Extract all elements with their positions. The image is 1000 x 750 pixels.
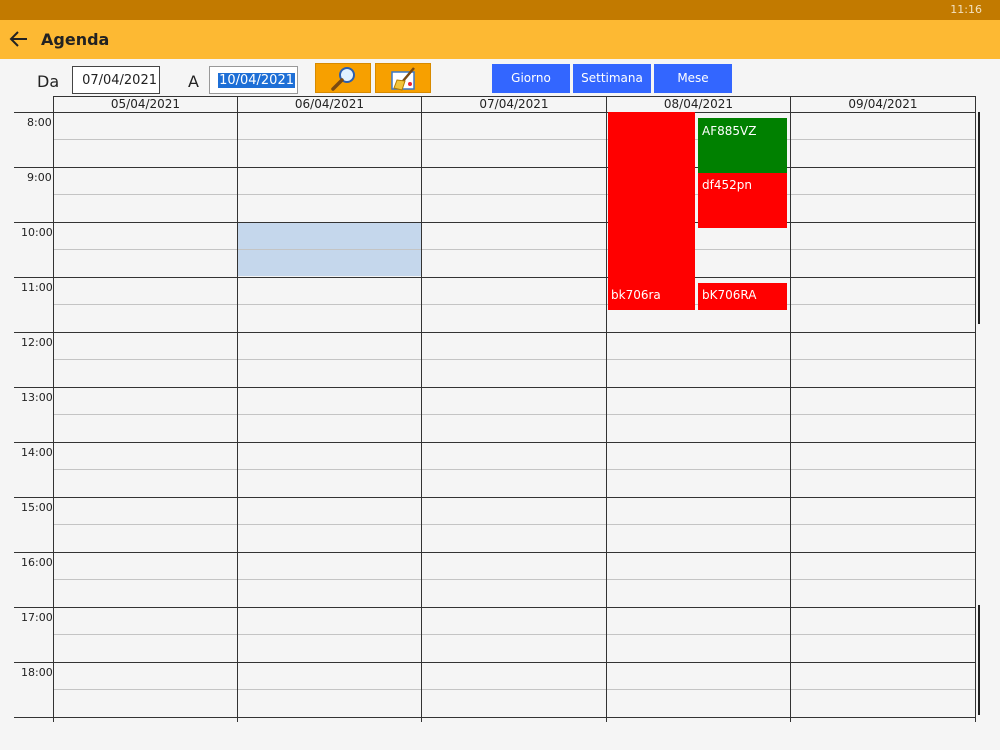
grid-hour-lines [14,96,976,722]
hour-label: 9:00 [27,171,52,184]
calendar-grid: 05/04/2021 06/04/2021 07/04/2021 08/04/2… [0,96,1000,750]
from-date-value: 07/04/2021 [82,73,157,88]
event-block[interactable]: AF885VZ [698,118,787,173]
hour-label: 14:00 [21,446,53,459]
week-view-button[interactable]: Settimana [573,64,651,93]
event-label: bK706RA [702,288,757,302]
hour-label: 12:00 [21,336,53,349]
column-header-day-1: 05/04/2021 [110,97,181,111]
column-header-day-3: 07/04/2021 [479,97,549,111]
status-bar: 11:16 [0,0,1000,20]
clear-button[interactable] [375,63,431,93]
hour-label: 11:00 [21,281,53,294]
to-label: A [188,72,199,91]
app-bar: Agenda [0,20,1000,59]
column-header-day-4: 08/04/2021 [663,97,734,111]
to-date-value: 10/04/2021 [218,73,295,88]
vertical-scrollbar[interactable] [978,112,980,324]
column-header-day-5: 09/04/2021 [848,97,918,111]
from-label: Da [37,72,60,91]
to-date-field[interactable]: 10/04/2021 [209,66,298,94]
hour-label: 10:00 [21,226,53,239]
hour-label: 16:00 [21,556,53,569]
event-block[interactable]: bK706RA [698,283,787,310]
status-clock: 11:16 [950,3,982,16]
from-date-field[interactable]: 07/04/2021 [72,66,160,94]
hour-label: 17:00 [21,611,53,624]
column-header-day-2: 06/04/2021 [294,97,365,111]
grid-lines [14,96,976,750]
search-button[interactable] [315,63,371,93]
event-label: bk706ra [611,288,661,302]
event-label: AF885VZ [702,124,757,138]
event-block[interactable]: bk706ra [608,112,695,310]
month-view-button[interactable]: Mese [654,64,732,93]
hour-label: 18:00 [21,666,53,679]
hour-label: 13:00 [21,391,53,404]
back-arrow-icon[interactable] [8,28,30,50]
event-label: df452pn [702,178,752,192]
day-view-button[interactable]: Giorno [492,64,570,93]
hour-label: 8:00 [27,116,52,129]
broom-icon [391,67,415,91]
vertical-scrollbar-track [978,605,980,715]
magnifier-icon [331,67,355,91]
page-title: Agenda [41,30,110,49]
hour-label: 15:00 [21,501,53,514]
event-block[interactable]: df452pn [698,173,787,228]
